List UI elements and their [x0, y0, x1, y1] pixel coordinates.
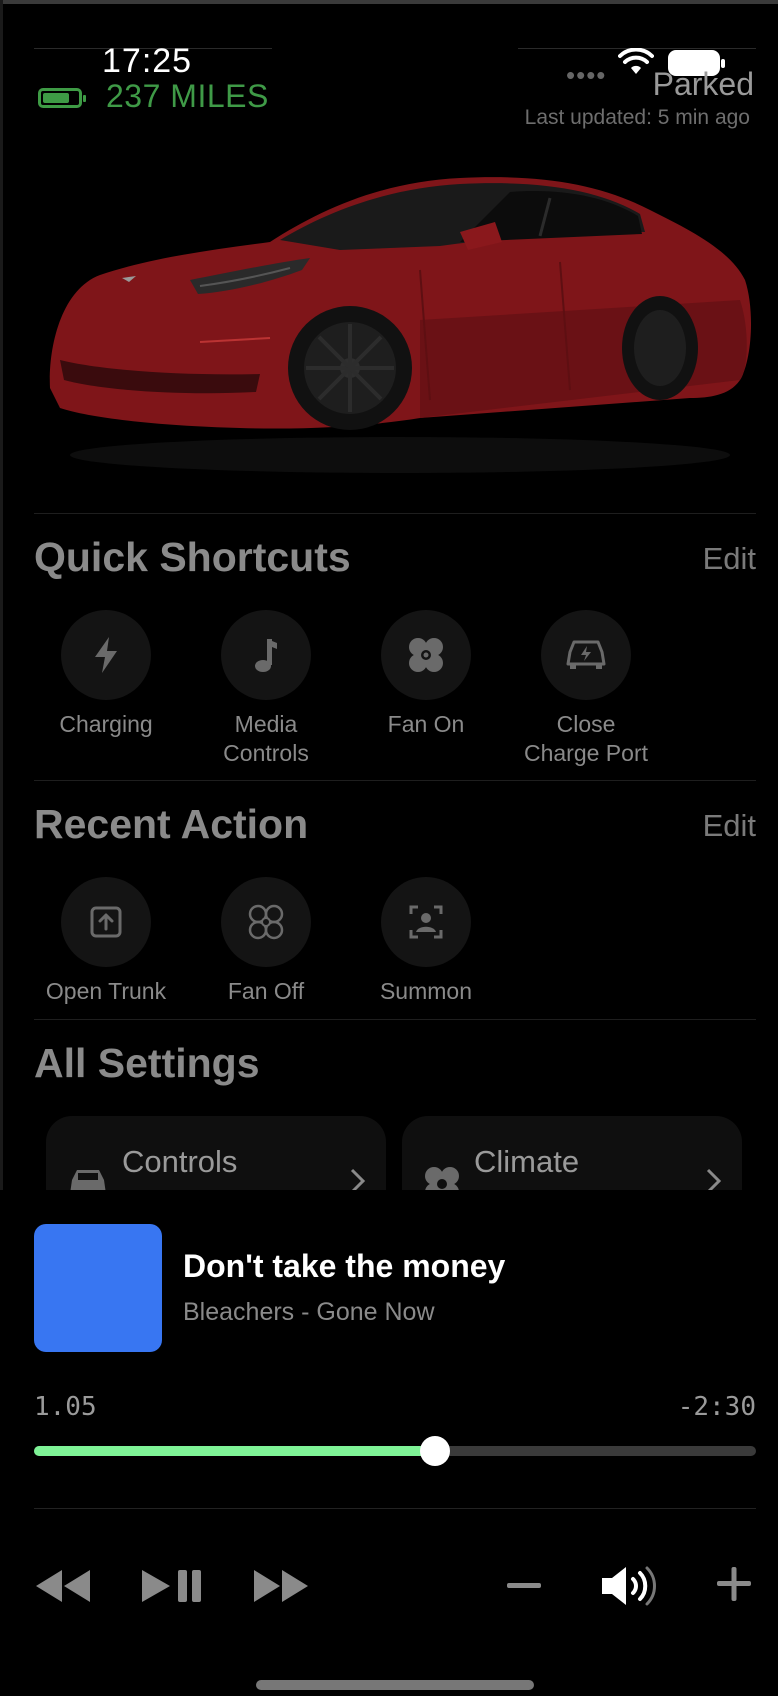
- recent-trunk-circle: [61, 877, 151, 967]
- shortcut-fan-on-label: Fan On: [387, 711, 465, 737]
- play-pause-icon[interactable]: [140, 1568, 204, 1604]
- rewind-icon[interactable]: [34, 1568, 92, 1604]
- shortcut-media-controls[interactable]: Media Controls: [186, 610, 346, 768]
- progress-thumb[interactable]: [419, 1436, 450, 1466]
- car-image: [40, 170, 760, 480]
- track-subtitle: Bleachers - Gone Now: [183, 1298, 435, 1326]
- volume-icon[interactable]: [600, 1564, 658, 1608]
- settings-card-controls-label: Controls: [122, 1144, 238, 1179]
- trunk-icon: [90, 906, 122, 938]
- time-remaining: -2:30: [677, 1392, 756, 1422]
- progress-fill: [34, 1446, 435, 1456]
- vehicle-state: Parked: [652, 66, 754, 102]
- phone-screen: 17:25 •••• 237 MILES Parked Last updated…: [0, 0, 778, 1696]
- shortcut-close-charge-port[interactable]: Close Charge Port: [506, 610, 666, 768]
- recent-open-trunk-label: Open Trunk: [45, 978, 167, 1004]
- music-note-icon: [255, 639, 277, 672]
- recent-summon-label: Summon: [379, 978, 473, 1004]
- recent-summon-circle: [381, 877, 471, 967]
- media-player: Don't take the money Bleachers - Gone No…: [0, 1190, 778, 1696]
- shortcut-charge-port-label-1: Close: [556, 711, 616, 737]
- home-indicator[interactable]: [256, 1680, 534, 1690]
- divider-1: [34, 513, 756, 514]
- recent-action-title: Recent Action: [34, 801, 309, 847]
- progress-track[interactable]: [34, 1436, 756, 1466]
- wifi-icon: [618, 48, 654, 74]
- shortcut-media-label-2: Controls: [223, 740, 309, 766]
- shortcut-fan-circle: [381, 610, 471, 700]
- recent-fan-circle: [221, 877, 311, 967]
- recent-open-trunk[interactable]: Open Trunk: [26, 877, 186, 1006]
- time-elapsed: 1.05: [34, 1392, 97, 1422]
- shortcut-media-label-1: Media: [234, 711, 298, 737]
- shortcut-media-circle: [221, 610, 311, 700]
- recent-fan-off-label: Fan Off: [227, 978, 305, 1004]
- shortcut-charging-label: Charging: [59, 711, 153, 737]
- fast-forward-icon[interactable]: [252, 1568, 310, 1604]
- settings-card-climate-label: Climate: [474, 1144, 580, 1179]
- shortcut-charging-circle: [61, 610, 151, 700]
- shortcut-charge-port-label-2: Charge Port: [523, 740, 648, 766]
- quick-shortcuts-edit-button[interactable]: Edit: [703, 541, 756, 577]
- status-time: 17:25: [102, 42, 193, 80]
- track-title: Don't take the money: [183, 1248, 506, 1284]
- album-art: [34, 1224, 162, 1352]
- quick-shortcuts-title: Quick Shortcuts: [34, 534, 351, 580]
- shortcut-fan-on[interactable]: Fan On: [346, 610, 506, 739]
- all-settings-title: All Settings: [34, 1040, 260, 1086]
- divider-2: [34, 780, 756, 781]
- fan-icon: [409, 638, 443, 672]
- charge-port-icon: [566, 640, 606, 669]
- settings-card-climate[interactable]: Climate: [402, 1116, 742, 1200]
- signal-dots-icon: ••••: [566, 60, 607, 90]
- recent-summon[interactable]: Summon: [346, 877, 506, 1006]
- range-text: 237 MILES: [106, 78, 269, 114]
- range-battery-icon: [38, 88, 86, 108]
- volume-down-icon[interactable]: [506, 1582, 542, 1590]
- recent-action-edit-button[interactable]: Edit: [703, 808, 756, 844]
- fan-outline-icon: [248, 904, 284, 940]
- volume-up-icon[interactable]: [716, 1566, 752, 1602]
- frame-top-edge: [0, 0, 778, 4]
- divider-3: [34, 1019, 756, 1020]
- last-updated: Last updated: 5 min ago: [524, 106, 750, 129]
- recent-fan-off[interactable]: Fan Off: [186, 877, 346, 1006]
- settings-card-controls[interactable]: Controls: [46, 1116, 386, 1200]
- bolt-icon: [95, 637, 117, 673]
- summon-icon: [409, 905, 443, 939]
- shortcut-charging[interactable]: Charging: [26, 610, 186, 739]
- shortcut-charge-port-circle: [541, 610, 631, 700]
- media-divider: [34, 1508, 756, 1509]
